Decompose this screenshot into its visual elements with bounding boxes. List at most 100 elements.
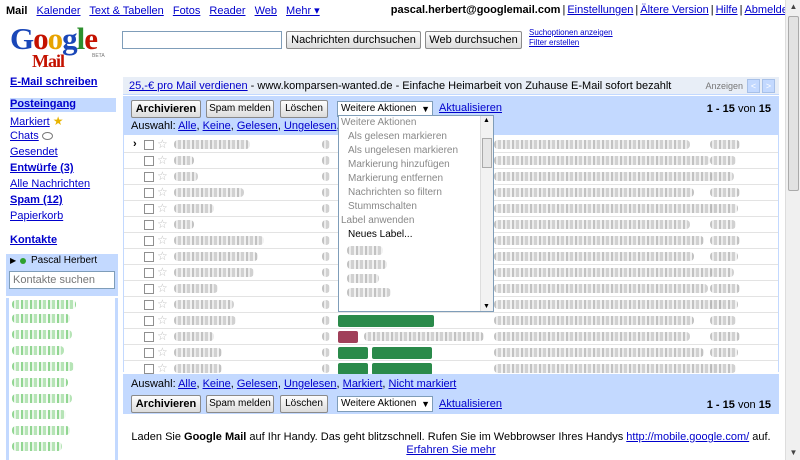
select-starred-link[interactable]: Markiert — [343, 378, 383, 390]
scroll-up-icon[interactable]: ▲ — [787, 0, 800, 14]
select-unread-link[interactable]: Ungelesen — [284, 120, 337, 132]
archive-button[interactable]: Archivieren — [131, 100, 201, 118]
select-unread-link[interactable]: Ungelesen — [284, 378, 337, 390]
sidebar-item-trash[interactable]: Papierkorb — [10, 210, 63, 222]
nav-mail[interactable]: Mail — [6, 5, 27, 17]
dropdown-option-header[interactable]: Weitere Aktionen — [339, 116, 479, 130]
select-none-link[interactable]: Keine — [203, 120, 231, 132]
list-item[interactable] — [12, 378, 68, 387]
select-all-link[interactable]: Alle — [178, 378, 196, 390]
list-item[interactable] — [12, 314, 70, 323]
scroll-down-icon[interactable]: ▼ — [483, 303, 490, 310]
row-checkbox[interactable] — [144, 268, 154, 278]
label-chip[interactable] — [338, 347, 368, 359]
ad-link[interactable]: 25,-€ pro Mail verdienen — [129, 80, 248, 92]
dropdown-option-remove-star[interactable]: Markierung entfernen — [339, 172, 479, 186]
contact-search-input[interactable]: Kontakte suchen — [9, 271, 115, 289]
compose-link[interactable]: E-Mail schreiben — [10, 76, 97, 88]
sidebar-item-drafts[interactable]: Entwürfe (3) — [10, 162, 74, 174]
mobile-url-link[interactable]: http://mobile.google.com/ — [626, 431, 749, 443]
dropdown-option-label[interactable] — [347, 288, 391, 297]
list-item[interactable] — [12, 330, 72, 339]
dropdown-option-mark-read[interactable]: Als gelesen markieren — [339, 130, 479, 144]
page-scrollbar[interactable]: ▲ ▼ — [785, 0, 800, 460]
star-icon[interactable]: ☆ — [157, 169, 168, 184]
page-scroll-thumb[interactable] — [788, 16, 799, 191]
ad-prev-icon[interactable]: < — [747, 79, 760, 93]
star-icon[interactable]: ☆ — [157, 233, 168, 248]
row-checkbox[interactable] — [144, 364, 154, 374]
star-icon[interactable]: ☆ — [157, 281, 168, 296]
select-unstarred-link[interactable]: Nicht markiert — [389, 378, 457, 390]
contacts-link[interactable]: Kontakte — [10, 234, 57, 246]
dropdown-option-label[interactable] — [347, 246, 383, 255]
label-chip[interactable] — [338, 315, 434, 327]
select-read-link[interactable]: Gelesen — [237, 378, 278, 390]
dropdown-option-add-star[interactable]: Markierung hinzufügen — [339, 158, 479, 172]
dropdown-option-new-label[interactable]: Neues Label... — [339, 228, 479, 242]
label-chip[interactable] — [338, 331, 358, 343]
older-version-link[interactable]: Ältere Version — [640, 4, 708, 16]
create-filter-link[interactable]: Filter erstellen — [529, 38, 613, 48]
row-checkbox[interactable] — [144, 252, 154, 262]
sidebar-item-all-mail[interactable]: Alle Nachrichten — [10, 178, 90, 190]
list-item[interactable] — [12, 442, 62, 451]
row-checkbox[interactable] — [144, 332, 154, 342]
row-checkbox[interactable] — [144, 348, 154, 358]
table-row[interactable]: ☆ — [124, 329, 778, 345]
dropdown-option-label[interactable] — [347, 274, 379, 283]
list-item[interactable] — [12, 426, 70, 435]
star-icon[interactable]: ☆ — [157, 185, 168, 200]
dropdown-option-label[interactable] — [347, 260, 387, 269]
list-item[interactable] — [12, 394, 72, 403]
archive-button[interactable]: Archivieren — [131, 395, 201, 413]
list-item[interactable] — [12, 362, 74, 371]
sidebar-item-starred[interactable]: Markiert ★ — [10, 114, 64, 128]
sidebar-item-spam[interactable]: Spam (12) — [10, 194, 63, 206]
row-checkbox[interactable] — [144, 140, 154, 150]
star-icon[interactable]: ☆ — [157, 313, 168, 328]
row-checkbox[interactable] — [144, 204, 154, 214]
nav-reader[interactable]: Reader — [209, 5, 245, 17]
sidebar-item-chats[interactable]: Chats — [10, 130, 53, 142]
row-checkbox[interactable] — [144, 236, 154, 246]
row-checkbox[interactable] — [144, 156, 154, 166]
help-link[interactable]: Hilfe — [716, 4, 738, 16]
table-row[interactable]: ☆ — [124, 313, 778, 329]
star-icon[interactable]: ☆ — [157, 345, 168, 360]
sidebar-item-sent[interactable]: Gesendet — [10, 146, 58, 158]
select-all-link[interactable]: Alle — [178, 120, 196, 132]
list-item[interactable] — [12, 346, 64, 355]
refresh-link[interactable]: Aktualisieren — [439, 398, 502, 410]
search-input[interactable] — [122, 31, 282, 49]
star-icon[interactable]: ☆ — [157, 217, 168, 232]
dropdown-option-mark-unread[interactable]: Als ungelesen markieren — [339, 144, 479, 158]
select-read-link[interactable]: Gelesen — [237, 120, 278, 132]
search-web-button[interactable]: Web durchsuchen — [425, 31, 522, 49]
star-icon[interactable]: ☆ — [157, 153, 168, 168]
nav-web[interactable]: Web — [255, 5, 277, 17]
dropdown-scrollbar[interactable]: ▲ ▼ — [480, 116, 493, 311]
row-checkbox[interactable] — [144, 172, 154, 182]
learn-more-link[interactable]: Erfahren Sie mehr — [406, 444, 495, 456]
list-item[interactable] — [12, 300, 76, 309]
status-online-icon[interactable] — [20, 258, 26, 264]
label-chip[interactable] — [372, 347, 432, 359]
dropdown-option-mute[interactable]: Stummschalten — [339, 200, 479, 214]
row-checkbox[interactable] — [144, 316, 154, 326]
nav-docs[interactable]: Text & Tabellen — [89, 5, 163, 17]
delete-button[interactable]: Löschen — [280, 100, 328, 118]
nav-calendar[interactable]: Kalender — [36, 5, 80, 17]
dropdown-scroll-thumb[interactable] — [482, 138, 492, 168]
nav-photos[interactable]: Fotos — [173, 5, 201, 17]
star-icon[interactable]: ☆ — [157, 137, 168, 152]
row-checkbox[interactable] — [144, 284, 154, 294]
expand-arrow-icon[interactable]: ▶ — [10, 256, 16, 265]
gmail-logo[interactable]: Google Mail BETA — [10, 23, 110, 71]
nav-more[interactable]: Mehr ▾ — [286, 5, 320, 17]
star-icon[interactable]: ☆ — [157, 297, 168, 312]
more-actions-select[interactable]: Weitere Aktionen ▼ — [337, 396, 433, 412]
select-none-link[interactable]: Keine — [203, 378, 231, 390]
scroll-down-icon[interactable]: ▼ — [787, 446, 800, 460]
row-checkbox[interactable] — [144, 300, 154, 310]
